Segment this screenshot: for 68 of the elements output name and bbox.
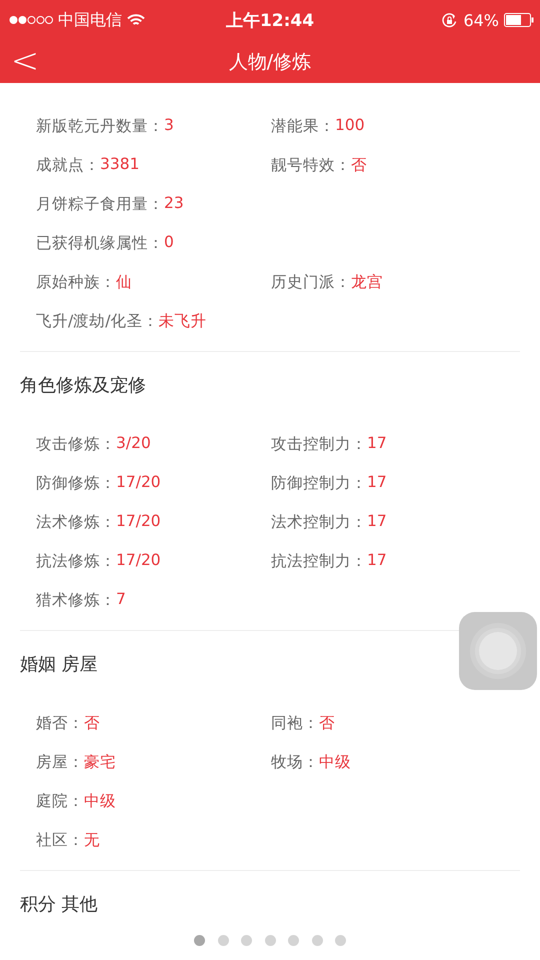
field-value: 仙 <box>116 272 132 293</box>
page-dot[interactable] <box>194 935 205 946</box>
page-dot[interactable] <box>218 935 228 946</box>
field-label: 飞升/渡劫/化圣： <box>36 311 158 332</box>
clock-time: 上午12:44 <box>226 10 314 30</box>
field-value: 17/20 <box>116 473 161 493</box>
back-button[interactable]: < <box>8 40 42 83</box>
field-value: 否 <box>319 713 335 734</box>
field-label: 新版乾元丹数量： <box>36 116 164 137</box>
field-label: 猎术修炼： <box>36 590 116 611</box>
page-title: 人物/修炼 <box>228 50 312 74</box>
page-dot[interactable] <box>335 935 346 946</box>
page-dot[interactable] <box>264 935 276 946</box>
field-label: 房屋： <box>36 752 84 773</box>
field-label: 原始种族： <box>36 272 116 293</box>
field-value: 中级 <box>319 752 351 773</box>
field-label: 成就点： <box>36 155 100 176</box>
field-value: 17 <box>367 434 387 454</box>
field-value: 龙宫 <box>351 272 383 293</box>
field-value: 17 <box>367 551 387 571</box>
wifi-icon <box>127 14 145 26</box>
field-label: 防御修炼： <box>36 473 116 494</box>
field-value: 3381 <box>100 155 140 175</box>
field-value: 17/20 <box>116 512 161 532</box>
field-label: 婚否： <box>36 713 84 734</box>
field-label: 抗法控制力： <box>271 551 367 572</box>
field-label: 已获得机缘属性： <box>36 233 164 254</box>
field-value: 3 <box>164 116 174 136</box>
field-value: 7 <box>116 590 126 610</box>
field-label: 法术修炼： <box>36 512 116 533</box>
battery-percent: 64% <box>463 10 499 30</box>
field-value: 否 <box>351 155 367 176</box>
field-label: 潜能果： <box>271 116 335 137</box>
field-value: 0 <box>164 233 174 253</box>
section-title: 积分 其他 <box>20 893 98 916</box>
signal-icon <box>9 15 53 25</box>
field-label: 社区： <box>36 830 84 851</box>
page-dot[interactable] <box>312 935 322 946</box>
floating-home-button[interactable] <box>459 612 537 690</box>
field-value: 17/20 <box>116 551 161 571</box>
field-label: 抗法修炼： <box>36 551 116 572</box>
field-value: 无 <box>84 830 100 851</box>
field-value: 23 <box>164 194 184 214</box>
battery-icon <box>504 13 534 27</box>
section-title: 婚姻 房屋 <box>20 653 98 676</box>
carrier-name: 中国电信 <box>58 10 122 30</box>
field-label: 历史门派： <box>271 272 351 293</box>
field-label: 牧场： <box>271 752 319 773</box>
field-value: 否 <box>84 713 100 734</box>
field-label: 同袍： <box>271 713 319 734</box>
field-label: 庭院： <box>36 791 84 812</box>
field-label: 月饼粽子食用量： <box>36 194 164 215</box>
page-dot[interactable] <box>288 935 299 946</box>
field-value: 未飞升 <box>158 311 206 332</box>
section-title: 角色修炼及宠修 <box>20 374 146 397</box>
field-value: 17 <box>367 473 387 493</box>
field-value: 17 <box>367 512 387 532</box>
field-label: 法术控制力： <box>271 512 367 533</box>
field-value: 豪宅 <box>84 752 116 773</box>
field-value: 100 <box>335 116 365 136</box>
rotation-lock-icon <box>441 12 458 28</box>
field-value: 中级 <box>84 791 116 812</box>
field-label: 攻击控制力： <box>271 434 367 455</box>
field-label: 攻击修炼： <box>36 434 116 455</box>
field-label: 靓号特效： <box>271 155 351 176</box>
field-value: 3/20 <box>116 434 151 454</box>
field-label: 防御控制力： <box>271 473 367 494</box>
page-dot[interactable] <box>241 935 252 946</box>
